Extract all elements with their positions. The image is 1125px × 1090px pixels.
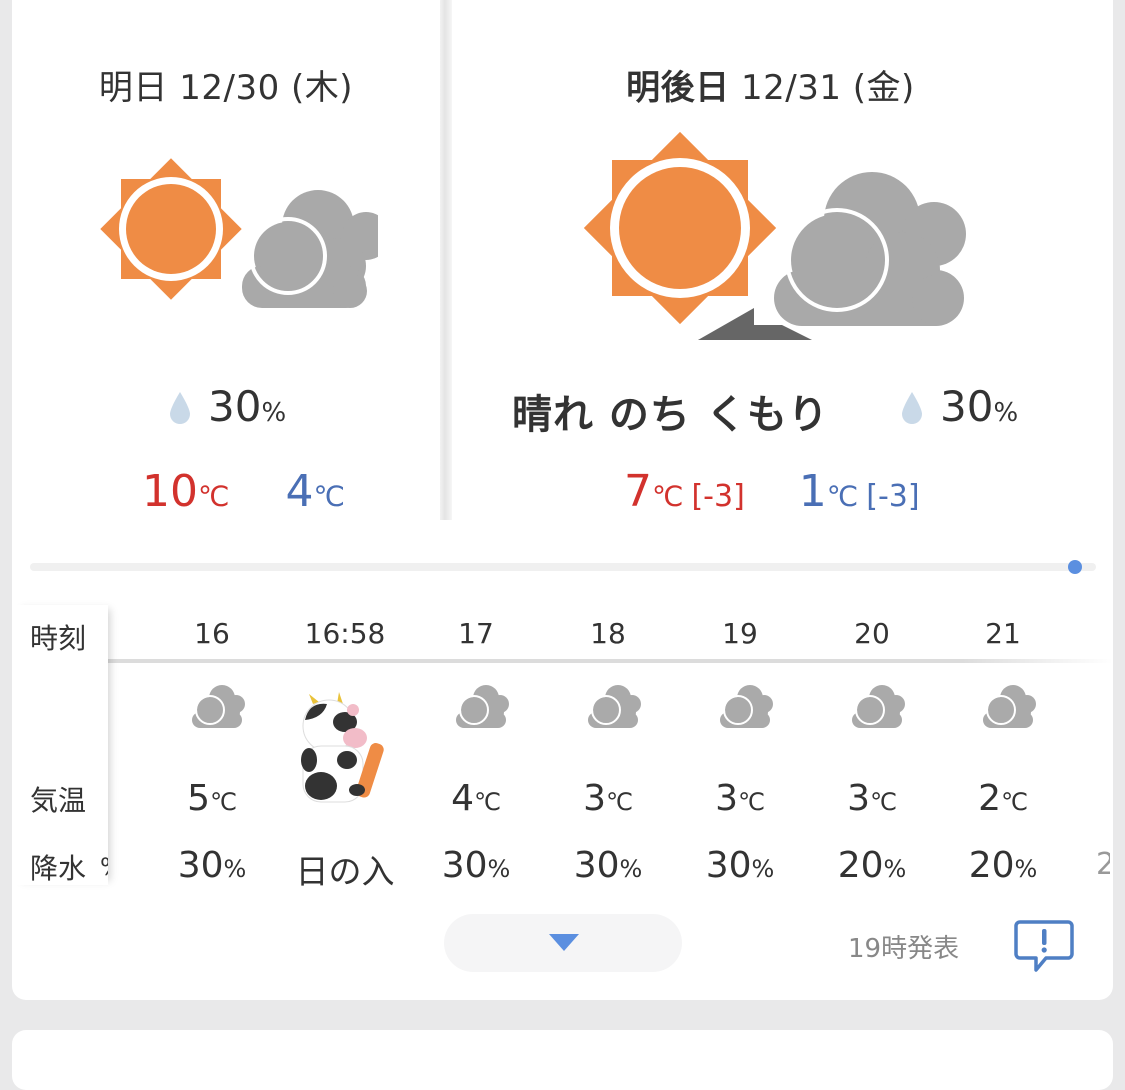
hour-rain: 30% [416, 845, 536, 886]
day-after-rain-value: 30 [940, 382, 994, 431]
day-after-rain-unit: % [993, 398, 1019, 428]
hour-rain-unit: % [619, 855, 643, 883]
tomorrow-high-unit: ℃ [198, 480, 230, 513]
hour-time: 19 [722, 617, 758, 650]
hour-time: 16 [194, 617, 230, 650]
day-after-summary: 晴れ のち くもり [512, 392, 829, 438]
day-after-low: 1 [798, 466, 827, 517]
row-label-time: 時刻 [30, 622, 87, 655]
sunset-label: 日の入 [295, 852, 395, 891]
hour-temp-unit: ℃ [209, 788, 237, 816]
tomorrow-temps: 10℃ 4℃ [142, 466, 345, 517]
hour-temp-value: 3 [715, 778, 738, 819]
tomorrow-rain: 30% [170, 382, 286, 434]
hour-rain-value: 30 [573, 845, 620, 886]
hour-time: 20 [854, 617, 890, 650]
row-label-temp: 気温 [30, 784, 87, 817]
right-edge-fragment: 2 [1096, 847, 1110, 882]
day-after-low-diff: [-3] [866, 479, 920, 514]
hour-temp: 4℃ [416, 778, 536, 819]
row-label-rain: 降水 [30, 852, 87, 885]
tomorrow-high: 10 [142, 466, 198, 517]
hour-temp-value: 5 [187, 778, 210, 819]
hour-temp: 3℃ [812, 778, 932, 819]
cloudy-icon [714, 680, 774, 734]
hour-rain-value: 30 [177, 845, 224, 886]
hour-rain-value: 20 [837, 845, 884, 886]
day-after-rain: 30% [902, 382, 1018, 434]
hour-temp-value: 2 [978, 778, 1001, 819]
cloudy-icon [450, 680, 510, 734]
hour-temp-value: 4 [451, 778, 474, 819]
hour-temp-value: 3 [847, 778, 870, 819]
timeline-scroll-handle[interactable] [1068, 560, 1082, 574]
hour-rain: 20% [812, 845, 932, 886]
sunset-time: 16:58 [304, 617, 386, 650]
tomorrow-forecast[interactable]: 明日 12/30 (木) 30% 10℃ 4℃ [12, 20, 440, 520]
sunny-later-cloudy-icon [582, 130, 982, 364]
hour-time: 21 [985, 617, 1021, 650]
hour-temp-unit: ℃ [473, 788, 501, 816]
report-icon[interactable] [1014, 918, 1074, 978]
hour-temp-value: 3 [583, 778, 606, 819]
hour-temp: 3℃ [680, 778, 800, 819]
cloudy-icon [186, 680, 246, 734]
cloudy-icon [582, 680, 642, 734]
hour-rain: 30% [680, 845, 800, 886]
raindrop-icon [902, 385, 922, 434]
cow-mascot-icon [299, 690, 393, 812]
day-after-temps: 7℃ [-3] 1℃ [-3] [624, 466, 920, 517]
hour-rain: 30% [548, 845, 668, 886]
hour-temp-unit: ℃ [737, 788, 765, 816]
hour-temp: 2℃ [943, 778, 1063, 819]
tomorrow-low: 4 [285, 466, 314, 517]
timeline-scrollbar[interactable] [30, 563, 1096, 571]
row-label-panel: 時刻 気温 降水 % [12, 605, 108, 885]
cloudy-icon [977, 680, 1037, 734]
hour-time: 18 [590, 617, 626, 650]
tomorrow-rain-value: 30 [208, 382, 262, 431]
day-after-high: 7 [624, 466, 652, 517]
hour-header-divider [108, 659, 1113, 663]
chevron-down-icon [549, 934, 579, 951]
hour-rain-unit: % [1014, 855, 1038, 883]
hour-rain-unit: % [883, 855, 907, 883]
left-edge-fragment: % [100, 853, 108, 881]
day-after-title-rest: 12/31 (金) [729, 68, 915, 108]
expand-button[interactable] [444, 914, 682, 972]
hour-rain-unit: % [223, 855, 247, 883]
hour-temp-unit: ℃ [869, 788, 897, 816]
hour-rain: 20% [943, 845, 1063, 886]
hour-time: 17 [458, 617, 494, 650]
hour-rain-unit: % [751, 855, 775, 883]
day-after-high-diff: [-3] [691, 479, 745, 514]
next-card [12, 1030, 1113, 1090]
hour-rain-value: 20 [968, 845, 1015, 886]
hour-temp: 5℃ [152, 778, 272, 819]
tomorrow-low-unit: ℃ [313, 480, 345, 513]
raindrop-icon [170, 385, 190, 434]
hour-temp-unit: ℃ [605, 788, 633, 816]
tomorrow-title: 明日 12/30 (木) [98, 68, 354, 108]
day-after-title: 明後日 12/31 (金) [440, 60, 1101, 109]
sunny-then-cloudy-icon [98, 156, 390, 330]
tomorrow-rain-unit: % [261, 398, 287, 428]
hour-rain-value: 30 [705, 845, 752, 886]
day-after-title-strong: 明後日 [626, 68, 730, 108]
hour-rain: 30% [152, 845, 272, 886]
issued-time: 19時発表 [848, 934, 960, 964]
day-after-low-unit: ℃ [826, 480, 859, 513]
day-after-high-unit: ℃ [652, 480, 684, 513]
day-after-forecast[interactable]: 明後日 12/31 (金) 晴れ のち くもり 30% 7℃ [-3] 1℃ [… [452, 20, 1113, 520]
hour-rain-value: 30 [441, 845, 488, 886]
hour-rain-unit: % [487, 855, 511, 883]
hour-temp-unit: ℃ [1000, 788, 1028, 816]
hour-temp: 3℃ [548, 778, 668, 819]
cloudy-icon [846, 680, 906, 734]
